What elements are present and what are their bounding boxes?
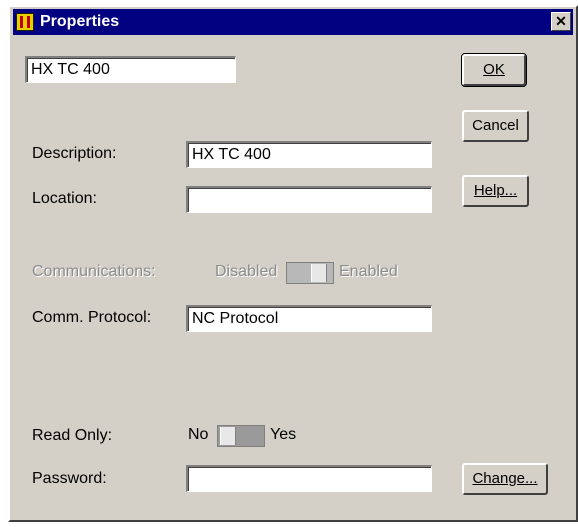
read-only-yes-label: Yes [270,426,297,443]
communications-on-label: Enabled [339,263,398,280]
read-only-no-label: No [188,426,209,443]
read-only-toggle-thumb [220,427,236,445]
change-password-button[interactable]: Change... [462,463,548,495]
communications-off-label: Disabled [215,263,278,280]
location-field[interactable] [186,186,432,213]
ok-button[interactable]: OK [461,53,527,87]
comm-protocol-label: Comm. Protocol: [32,309,152,326]
ok-button-label: OK [483,61,505,78]
comm-protocol-field[interactable]: NC Protocol [186,305,432,332]
location-label: Location: [32,190,97,207]
password-label: Password: [32,470,107,487]
window-title: Properties [40,13,120,30]
description-label: Description: [32,145,117,162]
help-button[interactable]: Help... [462,175,529,207]
help-button-label: Help... [473,182,518,199]
description-field[interactable]: HX TC 400 [186,141,432,168]
close-icon[interactable]: ✕ [551,12,571,31]
read-only-toggle[interactable] [217,425,265,447]
cancel-button[interactable]: Cancel [462,110,529,142]
app-icon [16,13,34,31]
communications-label: Communications: [32,263,156,280]
read-only-label: Read Only: [32,427,113,444]
change-button-label: Change... [472,470,538,487]
communications-toggle[interactable] [286,262,334,284]
properties-dialog: Properties ✕ HX TC 400 OK Cancel Help...… [8,5,578,522]
device-name-field[interactable]: HX TC 400 [25,56,236,83]
communications-toggle-thumb [311,264,327,282]
title-bar[interactable]: Properties ✕ [13,9,573,35]
password-field[interactable] [186,465,432,492]
